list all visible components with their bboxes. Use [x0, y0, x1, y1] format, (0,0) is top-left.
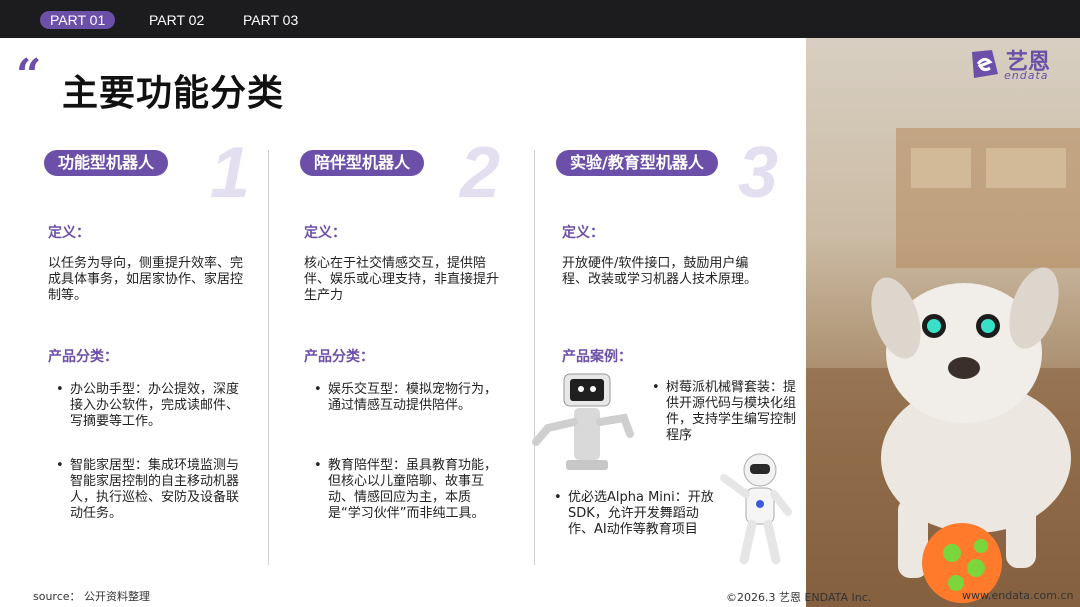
definition-text: 核心在于社交情感交互，提供陪伴、娱乐或心理支持，非直接提升生产力	[304, 256, 500, 303]
page-title: 主要功能分类	[62, 73, 285, 114]
category-label: 功能型机器人	[44, 150, 169, 176]
tab-part-01[interactable]: PART 01	[40, 11, 116, 29]
list-item: 娱乐交互型：模拟宠物行为，通过情感互动提供陪伴。	[310, 382, 498, 414]
definition-text: 开放硬件/软件接口，鼓励用户编程、改装或学习机器人技术原理。	[562, 256, 758, 287]
source-note: source： 公开资料整理	[33, 590, 151, 603]
copyright-text: ©2026.3 艺恩 ENDATA Inc.	[726, 591, 872, 604]
robot-dog-illustration	[806, 128, 1080, 607]
definition-heading: 定义：	[304, 225, 346, 241]
category-column-2: 陪伴型机器人 2 定义： 核心在于社交情感交互，提供陪伴、娱乐或心理支持，非直接…	[300, 133, 530, 570]
robot-dog-photo	[806, 38, 1080, 607]
category-number: 3	[738, 133, 779, 213]
logo-text-en: endata	[1004, 69, 1049, 82]
tab-part-03[interactable]: PART 03	[243, 11, 298, 29]
quote-mark-icon: “	[16, 50, 42, 101]
category-number: 2	[460, 133, 501, 213]
robot-arm-image	[532, 373, 634, 470]
list-item: 教育陪伴型：虽具教育功能，但核心以儿童陪聊、故事互动、情感回应为主，本质是“学习…	[310, 458, 498, 522]
alpha-mini-robot-image	[720, 453, 792, 565]
list-item: 优必选Alpha Mini：开放SDK，允许开发舞蹈动作、AI动作等教育项目	[550, 490, 720, 538]
list-heading: 产品分类：	[304, 349, 374, 365]
list-item: 智能家居型：集成环境监测与智能家居控制的自主移动机器人，执行巡检、安防及设备联动…	[52, 458, 242, 522]
list-item: 办公助手型：办公提效，深度接入办公软件，完成读邮件、写摘要等工作。	[52, 382, 242, 430]
category-label: 陪伴型机器人	[300, 150, 425, 176]
list-heading: 产品案例：	[562, 349, 632, 365]
endata-logo: 艺恩 endata	[966, 44, 1066, 84]
category-label: 实验/教育型机器人	[556, 150, 718, 176]
definition-text: 以任务为导向，侧重提升效率、完成具体事务，如居家协作、家居控制等。	[48, 256, 244, 303]
definition-heading: 定义：	[48, 225, 90, 241]
top-nav-bar: PART 01 PART 02 PART 03	[0, 0, 1080, 38]
category-number: 1	[210, 133, 251, 213]
list-heading: 产品分类：	[48, 349, 118, 365]
definition-heading: 定义：	[562, 225, 604, 241]
endata-logo-icon	[972, 50, 998, 78]
website-link[interactable]: www.endata.com.cn	[962, 589, 1074, 602]
tab-part-02[interactable]: PART 02	[149, 11, 204, 29]
list-item: 树莓派机械臂套装：提供开源代码与模块化组件，支持学生编写控制程序	[648, 380, 798, 444]
column-divider	[534, 150, 535, 565]
column-divider	[268, 150, 269, 565]
category-column-1: 功能型机器人 1 定义： 以任务为导向，侧重提升效率、完成具体事务，如居家协作、…	[44, 133, 274, 570]
category-column-3: 实验/教育型机器人 3 定义： 开放硬件/软件接口，鼓励用户编程、改装或学习机器…	[532, 133, 798, 570]
